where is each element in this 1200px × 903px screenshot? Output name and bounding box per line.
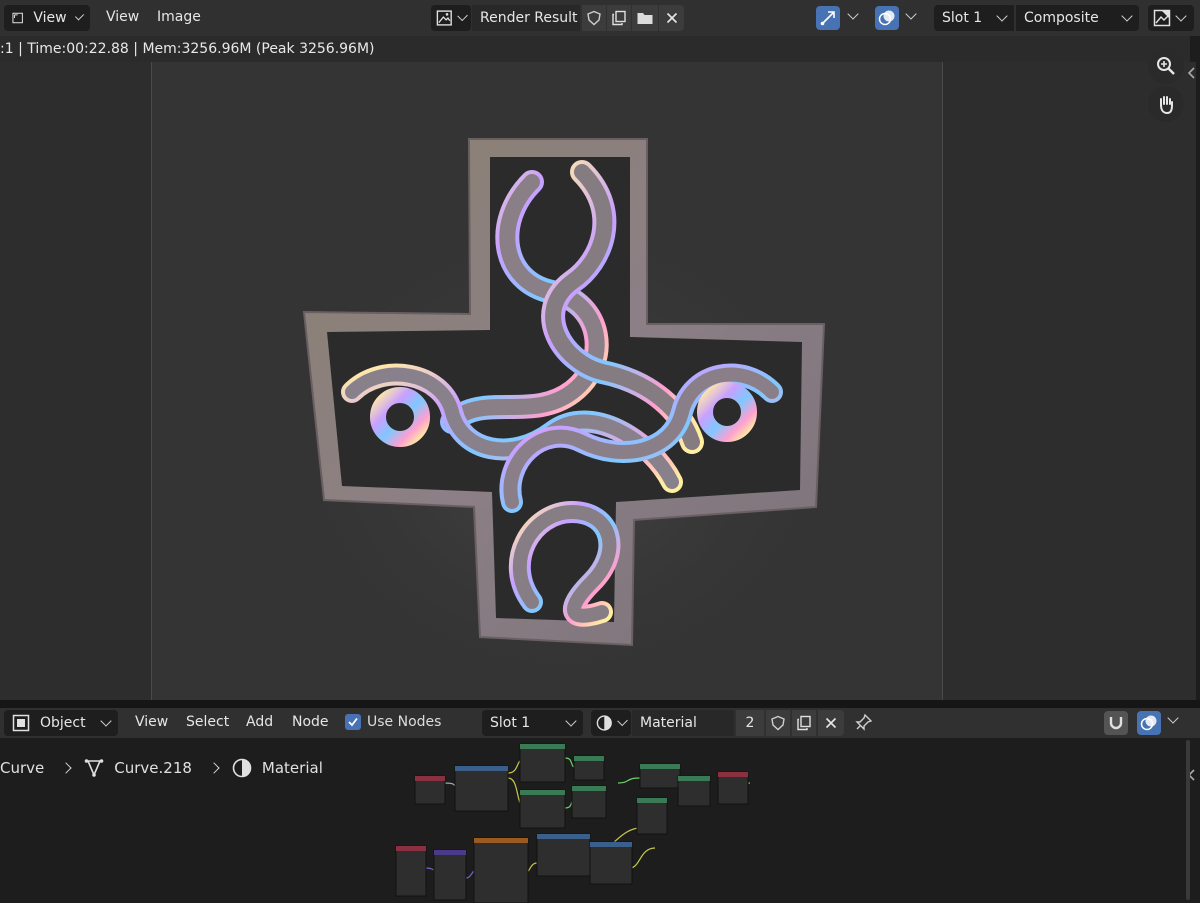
menu-select[interactable]: Select	[186, 714, 229, 730]
fake-user-button[interactable]	[766, 710, 790, 736]
breadcrumb-material: Material	[261, 759, 323, 777]
use-nodes-toggle[interactable]: Use Nodes	[345, 714, 441, 730]
image-icon	[436, 10, 452, 26]
pan-button[interactable]	[1148, 86, 1184, 122]
user-count-button[interactable]: 2	[736, 710, 764, 736]
chevron-down-icon	[74, 11, 85, 21]
unlink-material-button[interactable]	[818, 710, 844, 736]
unlink-image-button[interactable]	[659, 5, 684, 31]
render-result-image	[151, 62, 943, 700]
new-material-button[interactable]	[792, 710, 816, 736]
menu-node[interactable]: Node	[292, 714, 329, 730]
mode-selector[interactable]: Object	[4, 710, 118, 736]
chevron-right-icon	[208, 762, 220, 774]
node-canvas[interactable]: Curve Curve.218 Material	[0, 738, 1195, 903]
overlay-icon	[1140, 715, 1157, 731]
duplicate-icon	[797, 715, 811, 731]
pin-icon[interactable]	[853, 713, 873, 733]
mode-label: Object	[40, 715, 86, 731]
slot-selector[interactable]: Slot 1	[934, 5, 1014, 31]
image-name: Render Result	[480, 10, 578, 26]
chevron-down-icon	[1175, 10, 1187, 22]
checkbox-icon	[345, 714, 361, 730]
object-icon	[12, 714, 30, 732]
render-layer-selector[interactable]: Composite	[1016, 5, 1139, 31]
image-editor-icon	[12, 12, 23, 24]
editor-type-selector[interactable]: View	[4, 5, 90, 31]
chevron-down-icon	[616, 715, 628, 727]
menu-view[interactable]: View	[106, 9, 139, 25]
curve-data-icon	[84, 759, 104, 778]
material-slot-selector[interactable]: Slot 1	[482, 710, 583, 736]
transform-gizmo-icon	[820, 11, 835, 26]
chevron-down-icon[interactable]	[905, 8, 917, 20]
chevron-down-icon	[456, 10, 468, 22]
zoom-icon	[1157, 57, 1175, 75]
chevron-down-icon	[1121, 10, 1133, 22]
node-tree	[395, 743, 751, 903]
chevron-down-icon[interactable]	[847, 8, 859, 20]
snap-toggle-button[interactable]	[1104, 711, 1128, 735]
user-count: 2	[745, 715, 755, 731]
shield-icon	[771, 715, 785, 731]
scrollbar[interactable]	[1186, 740, 1190, 900]
slot-label: Slot 1	[942, 10, 983, 26]
image-editor-header: View View Image Render Result Slot 1 Com…	[0, 0, 1200, 36]
chevron-right-icon	[60, 762, 72, 774]
chevron-down-icon[interactable]	[1167, 712, 1179, 724]
fake-user-button[interactable]	[582, 5, 606, 31]
hand-icon	[1160, 96, 1173, 115]
slot-label: Slot 1	[490, 715, 531, 731]
chevron-down-icon	[565, 715, 577, 727]
material-name-field[interactable]: Material	[632, 710, 734, 736]
image-browse-button[interactable]	[431, 5, 471, 31]
shield-icon	[587, 10, 601, 26]
close-icon	[825, 717, 837, 729]
editor-mode-label: View	[33, 10, 67, 26]
image-alpha-icon	[1153, 9, 1171, 27]
layer-label: Composite	[1024, 10, 1099, 26]
image-name-field[interactable]: Render Result	[472, 5, 580, 31]
breadcrumb: Curve Curve.218 Material	[0, 758, 323, 778]
material-sphere-icon	[232, 758, 252, 778]
material-sphere-icon	[596, 715, 612, 731]
image-viewport[interactable]	[0, 48, 1196, 700]
folder-icon	[637, 13, 653, 24]
overlay-toggle-button[interactable]	[875, 6, 899, 30]
menu-add[interactable]: Add	[246, 714, 273, 730]
duplicate-icon	[612, 10, 626, 26]
render-status-text: :1 | Time:00:22.88 | Mem:3256.96M (Peak …	[0, 36, 1190, 62]
overlay-icon	[878, 10, 895, 26]
magnet-icon	[1109, 717, 1123, 730]
breadcrumb-object: Curve	[0, 759, 45, 777]
menu-view[interactable]: View	[135, 714, 168, 730]
chevron-down-icon	[100, 715, 112, 727]
breadcrumb-data: Curve.218	[114, 759, 192, 777]
menu-image[interactable]: Image	[157, 9, 201, 25]
overlay-toggle-button[interactable]	[1137, 711, 1161, 735]
material-name: Material	[640, 715, 697, 731]
node-editor-header: Object View Select Add Node Use Nodes Sl…	[0, 708, 1200, 738]
open-image-button[interactable]	[632, 5, 658, 31]
display-channels-selector[interactable]	[1148, 5, 1194, 31]
area-separator[interactable]	[0, 700, 1200, 708]
zoom-button[interactable]	[1148, 48, 1184, 84]
gizmo-toggle-button[interactable]	[816, 6, 840, 30]
sidebar-toggle-icon[interactable]	[1186, 66, 1196, 80]
use-nodes-label: Use Nodes	[367, 714, 442, 730]
render-image	[262, 138, 862, 700]
material-browse-button[interactable]	[591, 710, 631, 736]
new-image-button[interactable]	[607, 5, 631, 31]
chevron-down-icon	[996, 10, 1008, 22]
close-icon	[666, 12, 677, 24]
